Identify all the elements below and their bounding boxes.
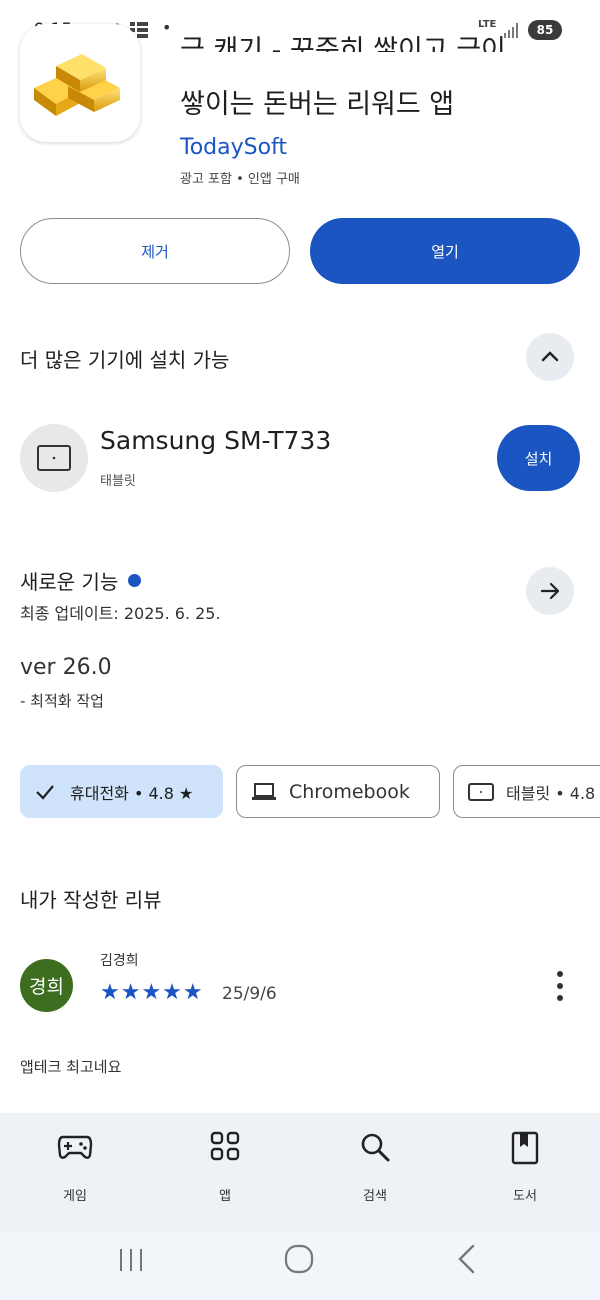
device-name: Samsung SM-T733 bbox=[100, 426, 332, 455]
chip-chromebook-label: Chromebook bbox=[289, 780, 410, 803]
check-icon bbox=[36, 784, 54, 800]
app-title-line2: 쌓이는 돈버는 리워드 앱 bbox=[180, 89, 455, 120]
more-vert-icon bbox=[557, 971, 563, 1001]
chip-tablet[interactable]: 태블릿 • 4.8 bbox=[453, 765, 600, 818]
search-icon bbox=[361, 1133, 390, 1162]
my-review-title: 내가 작성한 리뷰 bbox=[20, 888, 162, 912]
nav-apps[interactable]: 앱 bbox=[165, 1113, 285, 1233]
reviewer-avatar: 경희 bbox=[20, 959, 73, 1012]
review-more-button[interactable] bbox=[548, 966, 572, 1006]
version-text: ver 26.0 bbox=[20, 655, 112, 680]
collapse-button[interactable] bbox=[526, 333, 574, 381]
tablet-icon bbox=[37, 445, 71, 471]
device-avatar bbox=[20, 424, 88, 492]
bottom-nav: 게임 앱 검색 도서 bbox=[0, 1113, 600, 1233]
nav-search[interactable]: 검색 bbox=[315, 1113, 435, 1233]
nav-books-label: 도서 bbox=[513, 1189, 537, 1204]
whats-new-header[interactable]: 새로운 기능 bbox=[20, 566, 142, 595]
whats-new-title: 새로운 기능 bbox=[20, 570, 119, 594]
app-meta: 광고 포함 • 인앱 구매 bbox=[180, 172, 300, 187]
whats-new-arrow-button[interactable] bbox=[526, 567, 574, 615]
back-button[interactable] bbox=[455, 1243, 479, 1279]
chip-tablet-label: 태블릿 • 4.8 bbox=[506, 783, 596, 803]
apps-grid-icon bbox=[210, 1131, 240, 1161]
nav-apps-label: 앱 bbox=[219, 1189, 231, 1204]
change-note: - 최적화 작업 bbox=[20, 692, 104, 710]
recents-icon bbox=[120, 1249, 142, 1271]
arrow-right-icon bbox=[540, 582, 560, 600]
review-stars: ★★★★★ bbox=[100, 980, 204, 1005]
developer-link[interactable]: TodaySoft bbox=[180, 135, 287, 160]
new-indicator-dot bbox=[128, 574, 142, 587]
tablet-icon bbox=[468, 782, 494, 801]
home-icon bbox=[284, 1244, 314, 1274]
review-date: 25/9/6 bbox=[222, 984, 277, 1004]
gold-bars-icon bbox=[34, 54, 120, 116]
back-icon bbox=[458, 1244, 475, 1274]
install-button[interactable]: 설치 bbox=[497, 425, 580, 491]
book-icon bbox=[511, 1131, 539, 1165]
app-title-line1: 금 캐기 - 꾸준히 쌓이고 금이 bbox=[180, 35, 506, 52]
device-type: 태블릿 bbox=[100, 474, 136, 489]
system-nav-bar bbox=[0, 1233, 600, 1300]
signal-icon bbox=[504, 22, 520, 42]
app-icon bbox=[20, 24, 140, 142]
chip-phone-label: 휴대전화 • 4.8 ★ bbox=[70, 783, 194, 803]
recents-button[interactable] bbox=[116, 1245, 146, 1279]
nav-games[interactable]: 게임 bbox=[15, 1113, 135, 1233]
laptop-icon bbox=[252, 782, 276, 800]
home-button[interactable] bbox=[283, 1243, 315, 1279]
chip-phone[interactable]: 휴대전화 • 4.8 ★ bbox=[20, 765, 223, 818]
last-updated: 최종 업데이트: 2025. 6. 25. bbox=[20, 604, 221, 623]
nav-search-label: 검색 bbox=[363, 1189, 387, 1204]
reviewer-name: 김경희 bbox=[100, 953, 139, 969]
gamepad-icon bbox=[57, 1135, 93, 1159]
chip-chromebook[interactable]: Chromebook bbox=[236, 765, 440, 818]
nav-books[interactable]: 도서 bbox=[465, 1113, 585, 1233]
battery-indicator: 85 bbox=[528, 20, 562, 40]
nav-games-label: 게임 bbox=[63, 1189, 87, 1204]
uninstall-button[interactable]: 제거 bbox=[20, 218, 290, 284]
more-devices-title: 더 많은 기기에 설치 가능 bbox=[20, 348, 230, 372]
open-button[interactable]: 열기 bbox=[310, 218, 580, 284]
review-text: 앱테크 최고네요 bbox=[20, 1058, 122, 1076]
status-dot: • bbox=[162, 18, 172, 37]
chevron-up-icon bbox=[541, 351, 559, 362]
